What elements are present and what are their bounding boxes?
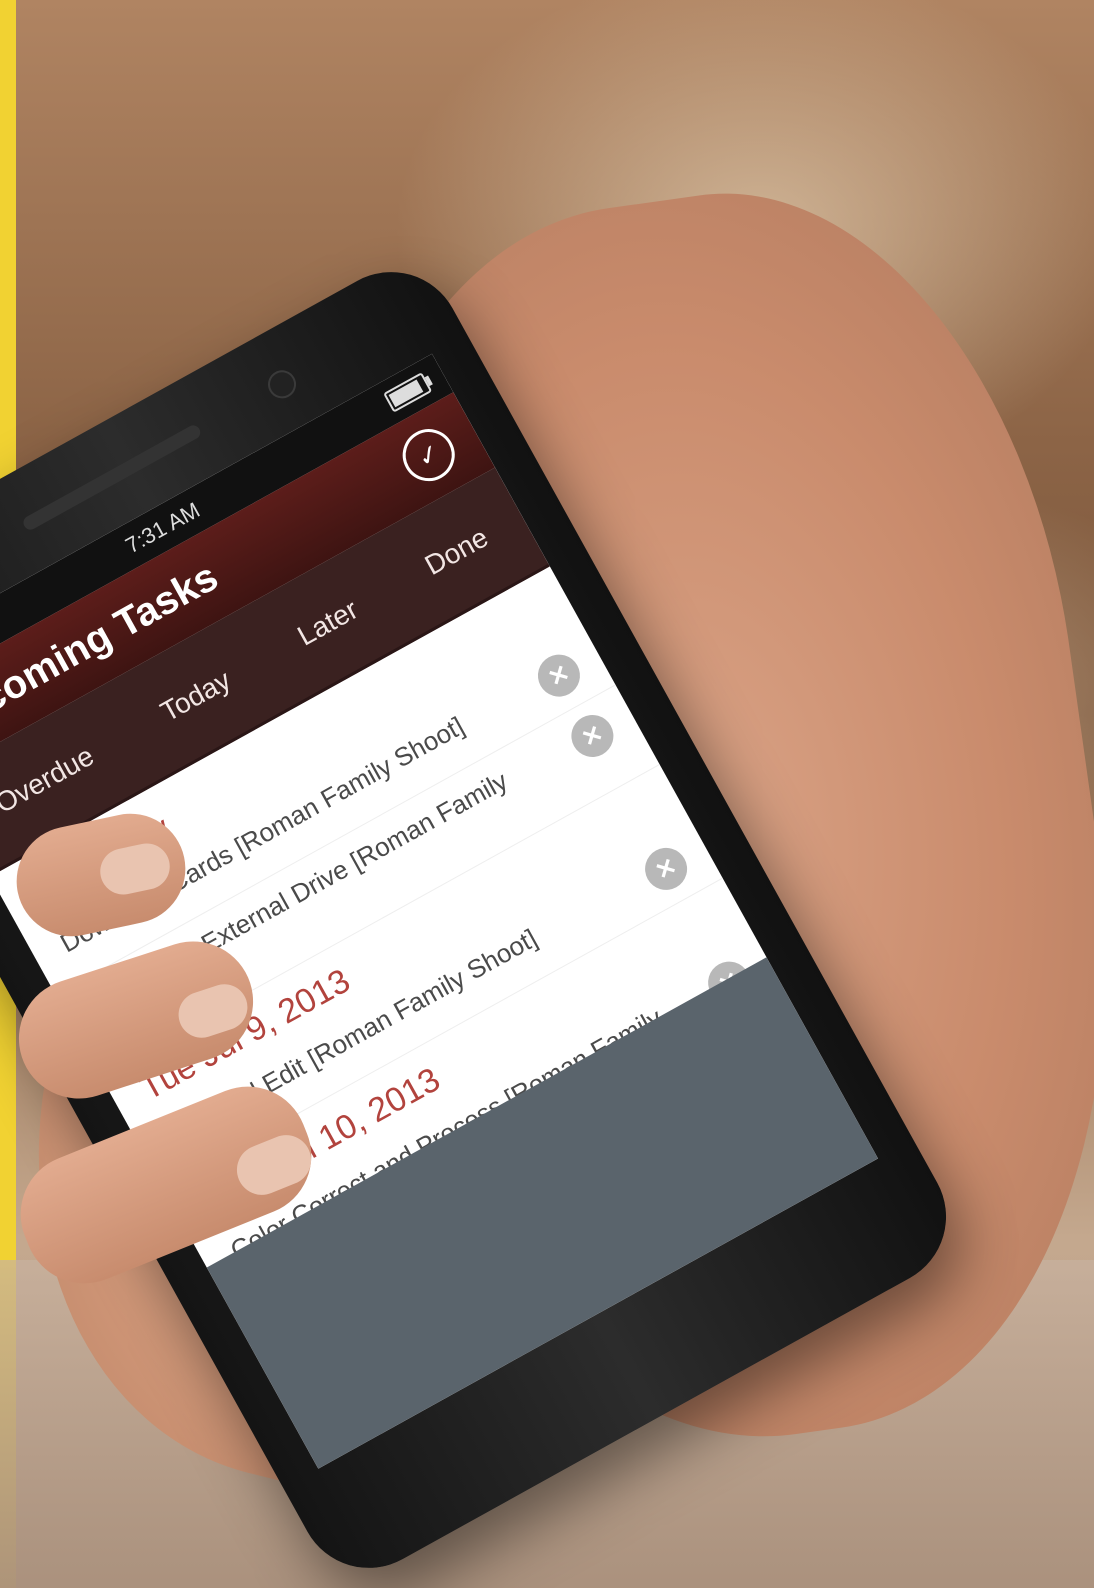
close-icon[interactable]: ✕ bbox=[563, 707, 621, 765]
close-icon[interactable]: ✕ bbox=[637, 840, 695, 898]
close-icon[interactable]: ✕ bbox=[530, 647, 588, 705]
tab-done[interactable]: Done bbox=[403, 506, 511, 598]
tab-later[interactable]: Later bbox=[275, 578, 381, 668]
photo-scene: ☰ ◠ 7:31 AM Upcoming Tasks ✓ Overdue Tod… bbox=[0, 0, 1094, 1588]
battery-level bbox=[388, 379, 424, 408]
tab-today[interactable]: Today bbox=[138, 649, 253, 744]
